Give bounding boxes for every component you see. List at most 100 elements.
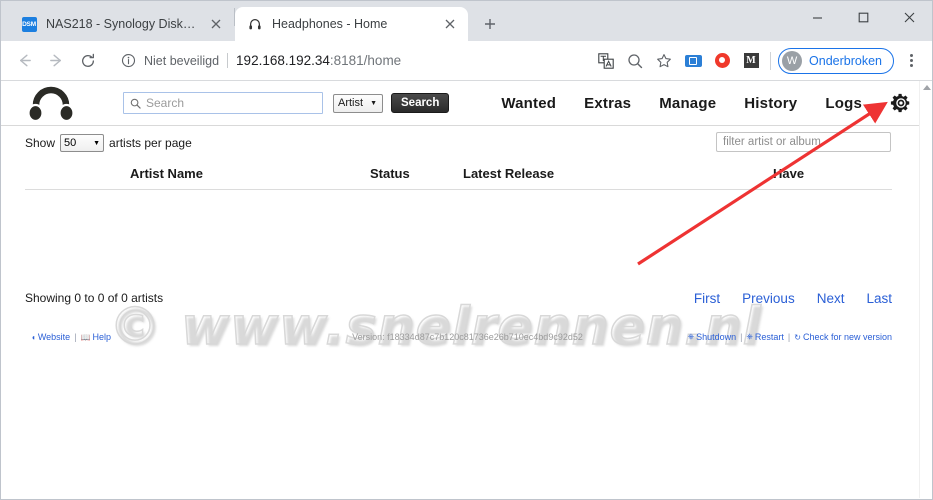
browser-toolbar: Niet beveiligd 192.168.192.34:8181/home (1, 41, 932, 81)
url-text: 192.168.192.34:8181/home (236, 53, 401, 68)
results-summary: Showing 0 to 0 of 0 artists (25, 291, 164, 305)
tab-title: Headphones - Home (272, 17, 388, 31)
column-header-latest-release[interactable]: Latest Release (463, 160, 773, 190)
maximize-button[interactable] (840, 1, 886, 33)
page-size-select[interactable]: 50 ▼ (60, 134, 105, 152)
filter-placeholder: filter artist or album (723, 136, 821, 148)
security-label: Niet beveiligd (144, 53, 220, 68)
nav-item-logs[interactable]: Logs (825, 95, 862, 112)
toolbar-divider (770, 51, 772, 70)
url-host: 192.168.192.34 (236, 53, 330, 68)
forward-button[interactable] (41, 46, 71, 76)
profile-label: Onderbroken (809, 53, 882, 68)
extension-blue-icon[interactable] (680, 48, 706, 74)
pager-first[interactable]: First (694, 291, 720, 306)
nav-item-wanted[interactable]: Wanted (501, 95, 556, 112)
headset-icon: ◖ (31, 332, 36, 342)
power-icon: ⎈ (687, 332, 695, 341)
nav-item-extras[interactable]: Extras (584, 95, 631, 112)
search-input[interactable]: Search (123, 92, 323, 114)
headphones-logo[interactable] (21, 83, 81, 123)
extension-red-icon[interactable] (709, 48, 735, 74)
chevron-down-icon: ▼ (370, 99, 377, 107)
minimize-button[interactable] (794, 1, 840, 33)
pager-last[interactable]: Last (866, 291, 892, 306)
reload-button[interactable] (73, 46, 103, 76)
per-page-label: artists per page (109, 136, 192, 150)
browser-window: DSM NAS218 - Synology DiskStation Headph… (0, 0, 933, 500)
search-type-value: Artist (338, 97, 364, 109)
tab-title: NAS218 - Synology DiskStation (46, 17, 196, 31)
page-size-value: 50 (64, 137, 77, 149)
tab-strip: DSM NAS218 - Synology DiskStation Headph… (1, 1, 932, 41)
close-icon[interactable] (442, 16, 458, 32)
footer-link-check-version-label: Check for new version (802, 332, 892, 342)
address-bar[interactable]: Niet beveiligd 192.168.192.34:8181/home (111, 47, 584, 75)
bookmark-star-icon[interactable] (651, 48, 677, 74)
list-controls: Show 50 ▼ artists per page filter artist… (1, 126, 932, 160)
gear-icon[interactable] (890, 92, 912, 114)
app-footer: ◖ Website | 📖 Help Version: f18334d87c7b12… (1, 327, 932, 347)
url-path: :8181/home (329, 53, 402, 68)
footer-link-help-label: Help (92, 332, 112, 342)
page-viewport: Search Artist ▼ Search Wanted Extras Man… (1, 81, 932, 498)
search-button[interactable]: Search (391, 93, 450, 113)
profile-button[interactable]: W Onderbroken (778, 47, 894, 74)
close-icon[interactable] (208, 16, 224, 32)
footer-link-check-version[interactable]: ↻ Check for new version (794, 332, 892, 342)
footer-divider: | (74, 332, 77, 342)
main-navigation: Wanted Extras Manage History Logs (473, 92, 932, 114)
footer-divider: | (787, 332, 791, 342)
new-tab-button[interactable] (476, 10, 504, 38)
pager-next[interactable]: Next (817, 291, 845, 306)
search-type-select[interactable]: Artist ▼ (333, 93, 383, 113)
table-header: Artist Name Status Latest Release Have (25, 160, 892, 190)
search-area: Search Artist ▼ Search (123, 92, 450, 114)
table-header-row: Artist Name Status Latest Release Have (25, 160, 892, 190)
vertical-scrollbar[interactable] (919, 81, 932, 498)
footer-link-shutdown-label: Shutdown (696, 332, 737, 342)
zoom-out-icon[interactable] (622, 48, 648, 74)
search-placeholder: Search (146, 96, 185, 110)
browser-tab-nas218[interactable]: DSM NAS218 - Synology DiskStation (9, 7, 234, 41)
footer-divider: | (740, 332, 743, 342)
filter-input[interactable]: filter artist or album (716, 132, 891, 152)
column-header-blank[interactable] (25, 160, 130, 190)
extension-m-icon[interactable]: M (738, 48, 764, 74)
toolbar-icon-group: M W Onderbroken (590, 47, 924, 74)
omnibox-divider (227, 53, 229, 68)
footer-link-restart[interactable]: ⎈ Restart (746, 332, 783, 342)
kebab-menu-icon[interactable] (898, 48, 924, 74)
pager-previous[interactable]: Previous (742, 291, 795, 306)
nav-item-history[interactable]: History (744, 95, 797, 112)
artists-table-wrapper: Artist Name Status Latest Release Have (1, 160, 932, 190)
footer-link-website[interactable]: ◖ Website (31, 332, 70, 342)
footer-left-links: ◖ Website | 📖 Help (31, 332, 111, 342)
app-header: Search Artist ▼ Search Wanted Extras Man… (1, 81, 932, 126)
pager: First Previous Next Last (672, 291, 892, 306)
footer-link-restart-label: Restart (754, 332, 784, 342)
footer-link-website-label: Website (37, 332, 71, 342)
column-header-have[interactable]: Have (773, 160, 892, 190)
search-icon (130, 98, 141, 109)
translate-icon[interactable] (593, 48, 619, 74)
browser-tab-headphones[interactable]: Headphones - Home (235, 7, 468, 41)
pagination-row: Showing 0 to 0 of 0 artists First Previo… (1, 286, 932, 310)
scroll-up-icon[interactable] (923, 85, 931, 90)
footer-right-links: ⎈ Shutdown | ⎈ Restart | ↻ Check for new ve… (688, 332, 892, 342)
chevron-down-icon: ▼ (93, 139, 101, 147)
info-circle-icon[interactable] (121, 53, 137, 69)
headphones-icon (247, 16, 263, 32)
column-header-status[interactable]: Status (370, 160, 463, 190)
nav-item-manage[interactable]: Manage (659, 95, 716, 112)
footer-link-shutdown[interactable]: ⎈ Shutdown (688, 332, 736, 342)
window-controls (794, 1, 932, 33)
avatar: W (782, 50, 803, 71)
column-header-artist-name[interactable]: Artist Name (130, 160, 370, 190)
footer-link-help[interactable]: 📖 Help (81, 332, 111, 342)
dsm-icon: DSM (21, 16, 37, 32)
book-icon: 📖 (80, 332, 91, 342)
back-button[interactable] (9, 46, 39, 76)
refresh-icon: ↻ (794, 332, 801, 342)
close-window-button[interactable] (886, 1, 932, 33)
